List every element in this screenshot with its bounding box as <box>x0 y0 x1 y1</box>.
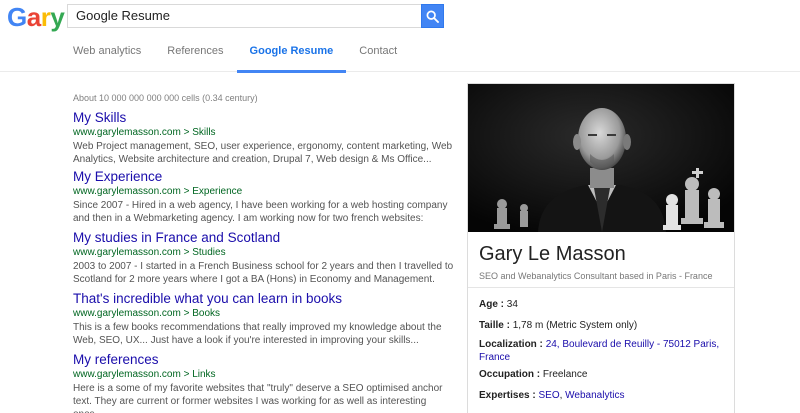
tab-web-analytics[interactable]: Web analytics <box>60 36 154 72</box>
result-url: www.garylemasson.com > Links <box>73 369 216 380</box>
result-snippet: This is a few books recommendations that… <box>73 322 442 346</box>
expertise-separator: , <box>559 390 563 401</box>
expertise-link-webanalytics[interactable]: Webanalytics <box>565 390 624 401</box>
fact-label: Expertises : <box>479 390 536 401</box>
panel-subtitle: SEO and Webanalytics Consultant based in… <box>479 271 713 281</box>
fact-height: Taille : 1,78 m (Metric System only) <box>479 319 729 332</box>
fact-value: 1,78 m (Metric System only) <box>512 320 638 331</box>
fact-label: Localization : <box>479 339 543 350</box>
result-title-link[interactable]: My Experience <box>73 169 458 185</box>
tab-google-resume[interactable]: Google Resume <box>236 36 347 73</box>
result-snippet: Here is a some of my favorite websites t… <box>73 383 443 413</box>
logo-letter: a <box>26 2 41 32</box>
logo-letter: y <box>50 2 65 32</box>
result-url: www.garylemasson.com > Studies <box>73 247 226 258</box>
logo-letter: G <box>7 2 27 32</box>
result-url: www.garylemasson.com > Experience <box>73 186 243 197</box>
panel-divider <box>468 287 734 288</box>
result-url: www.garylemasson.com > Books <box>73 308 221 319</box>
tab-references[interactable]: References <box>154 36 236 72</box>
panel-name: Gary Le Masson <box>479 243 626 265</box>
fact-value: Freelance <box>542 369 588 380</box>
search-icon <box>426 10 439 23</box>
expertise-link-seo[interactable]: SEO <box>538 390 559 401</box>
fact-label: Age : <box>479 299 504 310</box>
tab-contact[interactable]: Contact <box>346 36 410 72</box>
result-title-link[interactable]: My references <box>73 352 458 368</box>
fact-location: Localization : 24, Boulevard de Reuilly … <box>479 338 729 364</box>
fact-label: Occupation : <box>479 369 541 380</box>
fact-occupation: Occupation : Freelance <box>479 368 729 381</box>
search-result: My Experience www.garylemasson.com > Exp… <box>73 169 458 225</box>
site-logo[interactable]: Gary <box>7 2 65 32</box>
search-result: That's incredible what you can learn in … <box>73 291 458 347</box>
result-title-link[interactable]: My Skills <box>73 110 458 126</box>
knowledge-panel: Gary Le Masson SEO and Webanalytics Cons… <box>467 83 735 413</box>
result-snippet: Web Project management, SEO, user experi… <box>73 141 453 165</box>
search-button[interactable] <box>421 4 444 28</box>
result-stats: About 10 000 000 000 000 cells (0.34 cen… <box>73 93 258 103</box>
fact-label: Taille : <box>479 320 510 331</box>
search-input[interactable]: Google Resume <box>67 4 421 28</box>
search-result: My Skills www.garylemasson.com > Skills … <box>73 110 458 166</box>
logo-letter: r <box>40 2 51 32</box>
profile-photo[interactable] <box>468 84 734 232</box>
result-title-link[interactable]: My studies in France and Scotland <box>73 230 458 246</box>
top-bar: Gary Google Resume Web analytics Referen… <box>0 0 800 73</box>
fact-value: 34 <box>506 299 518 310</box>
fact-age: Age : 34 <box>479 298 729 311</box>
result-url: www.garylemasson.com > Skills <box>73 127 216 138</box>
nav-tabs: Web analytics References Google Resume C… <box>60 36 410 73</box>
result-snippet: 2003 to 2007 - I started in a French Bus… <box>73 261 454 285</box>
search-result: My studies in France and Scotland www.ga… <box>73 230 458 286</box>
result-title-link[interactable]: That's incredible what you can learn in … <box>73 291 458 307</box>
result-snippet: Since 2007 - Hired in a web agency, I ha… <box>73 200 448 224</box>
search-result: My references www.garylemasson.com > Lin… <box>73 352 458 413</box>
fact-expertise: Expertises : SEO, Webanalytics <box>479 389 729 402</box>
